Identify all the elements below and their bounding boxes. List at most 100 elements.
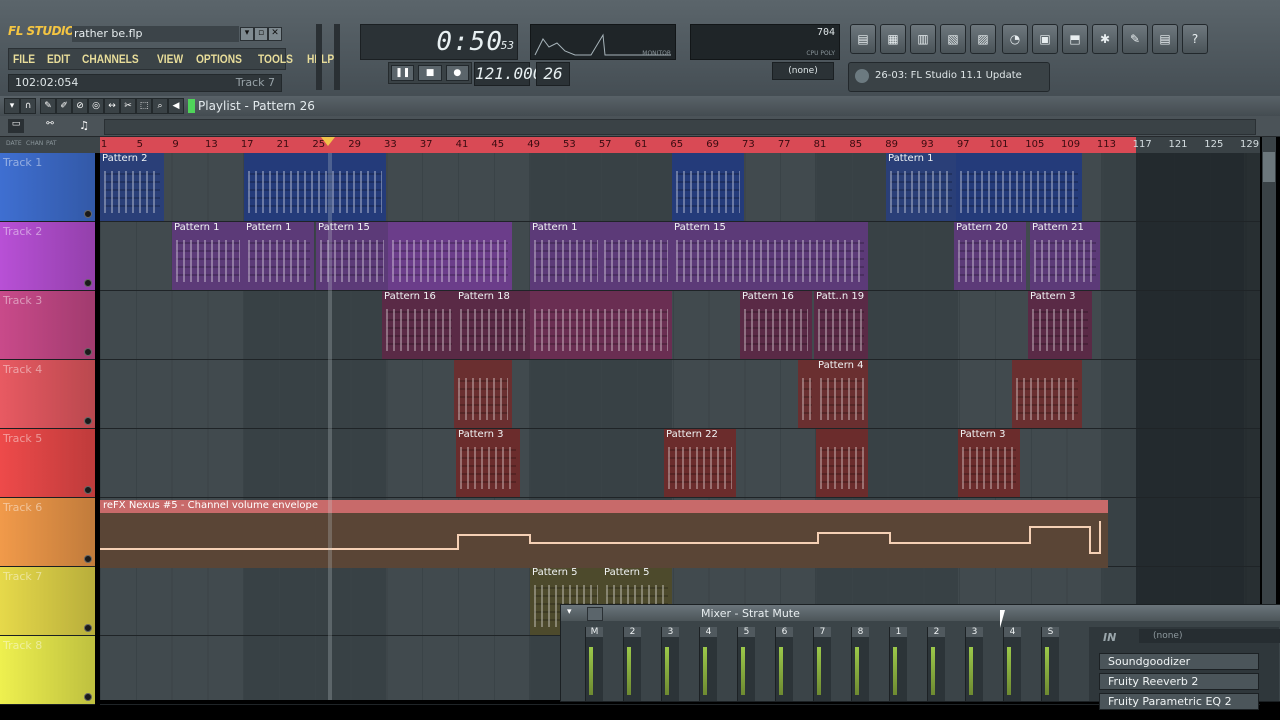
- track-header[interactable]: Track 3: [0, 291, 95, 360]
- mixer-menu-icon[interactable]: ▾: [567, 607, 572, 617]
- pause-button[interactable]: ❚❚: [391, 65, 415, 81]
- pattern-clip[interactable]: Pattern 2: [100, 153, 164, 221]
- playlist-menu-icon[interactable]: ▾: [4, 98, 20, 114]
- zoom-tool-icon[interactable]: ⌕: [152, 98, 168, 114]
- help-icon[interactable]: ?: [1182, 24, 1208, 54]
- mixer-strip[interactable]: 5: [737, 627, 755, 701]
- vertical-scroll-thumb[interactable]: [1263, 152, 1275, 182]
- pattern-number[interactable]: 26: [536, 62, 570, 86]
- mixer-strip[interactable]: S: [1041, 627, 1059, 701]
- delete-tool-icon[interactable]: ⊘: [72, 98, 88, 114]
- fx-slot-1[interactable]: Soundgoodizer: [1099, 653, 1259, 670]
- pattern-clip[interactable]: Pattern 18: [456, 291, 530, 359]
- settings-icon[interactable]: ✱: [1092, 24, 1118, 54]
- pattern-clip[interactable]: Pattern 1: [172, 222, 244, 290]
- pattern-clip[interactable]: [956, 153, 1082, 221]
- tempo-tap-icon[interactable]: ◔: [1002, 24, 1028, 54]
- tools-icon[interactable]: ✎: [1122, 24, 1148, 54]
- pattern-clip[interactable]: Pattern 15: [316, 222, 388, 290]
- track-header[interactable]: Track 8: [0, 636, 95, 705]
- track-header[interactable]: Track 2: [0, 222, 95, 291]
- news-panel[interactable]: 26-03: FL Studio 11.1 Update: [848, 62, 1050, 92]
- pattern-clip[interactable]: Pattern 1: [244, 222, 314, 290]
- mixer-strip[interactable]: M: [585, 627, 603, 701]
- pattern-clip[interactable]: Pattern 20: [954, 222, 1026, 290]
- record-button[interactable]: ●: [445, 65, 469, 81]
- mixer-icon[interactable]: ▨: [970, 24, 996, 54]
- pattern-clip[interactable]: Pattern 16: [382, 291, 456, 359]
- time-ruler[interactable]: 1 5 9 13 17 21 25 29 33 37 41 45 49 53 57 61 65 69 73 77 81 8…: [100, 137, 1260, 153]
- envelope-clip[interactable]: reFX Nexus #5 - Channel volume envelope: [100, 500, 1108, 568]
- pattern-clip[interactable]: Pattern 15: [672, 222, 868, 290]
- piano-roll-icon[interactable]: ▥: [910, 24, 936, 54]
- track-header[interactable]: Track 6: [0, 498, 95, 567]
- pattern-clip[interactable]: [816, 429, 868, 497]
- track-led-icon[interactable]: [84, 555, 92, 563]
- menu-tools[interactable]: TOOLS: [258, 52, 293, 66]
- time-display[interactable]: 0:50 53: [360, 24, 518, 60]
- track-led-icon[interactable]: [84, 417, 92, 425]
- slip-tool-icon[interactable]: ↔: [104, 98, 120, 114]
- fx-slot-3[interactable]: Fruity Parametric EQ 2: [1099, 693, 1259, 710]
- pattern-clip[interactable]: Patt..n 19: [814, 291, 868, 359]
- track-header[interactable]: Track 1: [0, 153, 95, 222]
- pattern-clip[interactable]: [530, 291, 672, 359]
- mixer-strip[interactable]: 8: [851, 627, 869, 701]
- select-tool-icon[interactable]: ⬚: [136, 98, 152, 114]
- playback-tool-icon[interactable]: ◀: [168, 98, 184, 114]
- mixer-strip[interactable]: 1: [889, 627, 907, 701]
- track-led-icon[interactable]: [84, 348, 92, 356]
- mixer-strip[interactable]: 7: [813, 627, 831, 701]
- pattern-clip[interactable]: [388, 222, 512, 290]
- menu-file[interactable]: FILE: [13, 52, 35, 66]
- song-position-marker[interactable]: [321, 137, 335, 146]
- pattern-clip[interactable]: Pattern 3: [958, 429, 1020, 497]
- view-toggle-icon[interactable]: ▭: [8, 119, 24, 133]
- step-sequencer-icon[interactable]: ▦: [880, 24, 906, 54]
- master-volume-slider[interactable]: [316, 24, 322, 90]
- mixer-strip[interactable]: 6: [775, 627, 793, 701]
- magnet-icon[interactable]: ∩: [20, 98, 36, 114]
- draw-tool-icon[interactable]: ✎: [40, 98, 56, 114]
- pattern-clip[interactable]: [454, 360, 512, 428]
- stop-button[interactable]: ■: [418, 65, 442, 81]
- tempo-display[interactable]: 121.000: [474, 62, 542, 86]
- track-header[interactable]: Track 4: [0, 360, 95, 429]
- mixer-strip[interactable]: 2: [623, 627, 641, 701]
- mixer-layout-icon[interactable]: [587, 607, 603, 621]
- pattern-clip[interactable]: Pattern 3: [1028, 291, 1092, 359]
- pattern-clip[interactable]: Pattern 1: [886, 153, 956, 221]
- playlist-icon[interactable]: ▤: [850, 24, 876, 54]
- track-header[interactable]: Track 5: [0, 429, 95, 498]
- playlist-title[interactable]: Playlist - Pattern 26: [198, 99, 315, 113]
- browser-icon[interactable]: ▧: [940, 24, 966, 54]
- save-icon[interactable]: ▣: [1032, 24, 1058, 54]
- track-led-icon[interactable]: [84, 624, 92, 632]
- pattern-clip[interactable]: Pattern 1: [530, 222, 602, 290]
- mixer-strip[interactable]: 3: [661, 627, 679, 701]
- mixer-strip[interactable]: 4: [699, 627, 717, 701]
- menu-options[interactable]: OPTIONS: [196, 52, 242, 66]
- fx-slot-2[interactable]: Fruity Reeverb 2: [1099, 673, 1259, 690]
- paint-tool-icon[interactable]: ✐: [56, 98, 72, 114]
- menu-arrow-icon[interactable]: ▾: [240, 27, 254, 41]
- pattern-clip[interactable]: Pattern 3: [456, 429, 520, 497]
- pattern-clip[interactable]: [672, 153, 744, 221]
- input-select[interactable]: (none): [1139, 629, 1280, 643]
- close-icon[interactable]: ✕: [268, 27, 282, 41]
- track-header[interactable]: Track 7: [0, 567, 95, 636]
- menu-view[interactable]: VIEW: [157, 52, 183, 66]
- menu-channels[interactable]: CHANNELS: [82, 52, 139, 66]
- track-led-icon[interactable]: [84, 279, 92, 287]
- restore-icon[interactable]: ▫: [254, 27, 268, 41]
- slice-tool-icon[interactable]: ✂: [120, 98, 136, 114]
- track-led-icon[interactable]: [84, 693, 92, 701]
- note-icon[interactable]: ♫: [76, 119, 92, 133]
- track-led-icon[interactable]: [84, 486, 92, 494]
- mute-tool-icon[interactable]: ◎: [88, 98, 104, 114]
- menu-edit[interactable]: EDIT: [47, 52, 70, 66]
- pattern-clip[interactable]: [244, 153, 386, 221]
- link-icon[interactable]: ⚯: [42, 119, 58, 133]
- mixer-strip[interactable]: 2: [927, 627, 945, 701]
- pattern-clip[interactable]: Pattern 4: [816, 360, 868, 428]
